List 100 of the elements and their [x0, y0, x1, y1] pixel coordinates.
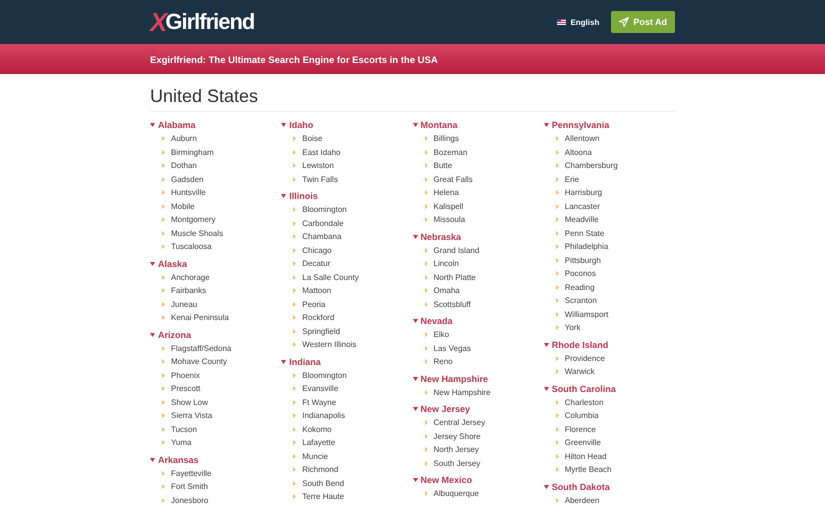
city-link[interactable]: Myrtle Beach	[564, 465, 612, 474]
city-link[interactable]: Bloomington	[302, 370, 347, 380]
city-link[interactable]: Fairbanks	[171, 286, 206, 296]
state-link[interactable]: Nebraska	[420, 232, 462, 242]
state-link[interactable]: Alaska	[158, 258, 188, 268]
city-link[interactable]: Poconos	[564, 269, 596, 278]
city-link[interactable]: North Platte	[434, 272, 476, 282]
city-link[interactable]: Fayetteville	[171, 468, 212, 478]
state-link[interactable]: New Hampshire	[420, 374, 488, 384]
city-link[interactable]: Peoria	[302, 300, 326, 309]
city-link[interactable]: South Bend	[302, 478, 344, 488]
city-link[interactable]: Reading	[564, 282, 595, 292]
city-link[interactable]: Lancaster	[564, 202, 600, 211]
city-link[interactable]: Chicago	[302, 246, 332, 255]
city-link[interactable]: Gadsden	[171, 174, 204, 184]
city-link[interactable]: Dothan	[171, 161, 197, 170]
city-link[interactable]: Elko	[434, 330, 450, 340]
city-link[interactable]: Lincoln	[434, 259, 459, 268]
city-link[interactable]: Tuscaloosa	[171, 242, 212, 252]
city-link[interactable]: Jersey Shore	[434, 432, 481, 441]
city-link[interactable]: Altoona	[564, 148, 592, 157]
city-link[interactable]: Fort Smith	[171, 482, 208, 492]
city-link[interactable]: Terre Haute	[302, 492, 344, 502]
state-link[interactable]: Alabama	[158, 120, 196, 130]
state-link[interactable]: Nevada	[420, 316, 453, 326]
site-logo[interactable]: XGirlfriend	[150, 6, 254, 38]
city-link[interactable]: Richmond	[302, 465, 338, 474]
city-link[interactable]: Huntsville	[171, 188, 206, 198]
state-link[interactable]: Idaho	[289, 120, 314, 130]
city-link[interactable]: Kalispell	[434, 202, 464, 211]
city-link[interactable]: La Salle County	[302, 272, 359, 282]
city-link[interactable]: Erie	[564, 174, 579, 184]
city-link[interactable]: Muncie	[302, 452, 328, 461]
state-link[interactable]: New Mexico	[420, 475, 472, 485]
city-link[interactable]: Phoenix	[171, 370, 200, 380]
city-link[interactable]: Omaha	[434, 286, 460, 296]
city-link[interactable]: Florence	[564, 424, 596, 434]
city-link[interactable]: Boise	[302, 134, 322, 144]
city-link[interactable]: Pittsburgh	[564, 256, 601, 265]
city-link[interactable]: Chambersburg	[564, 161, 618, 170]
state-link[interactable]: South Dakota	[552, 482, 610, 492]
city-link[interactable]: Western Illinois	[302, 340, 356, 350]
city-link[interactable]: Sierra Vista	[171, 411, 212, 420]
city-link[interactable]: Penn State	[564, 228, 604, 238]
city-link[interactable]: East Idaho	[302, 148, 340, 157]
city-link[interactable]: Kenai Peninsula	[171, 313, 229, 322]
city-link[interactable]: Meadville	[564, 215, 599, 224]
state-link[interactable]: Rhode Island	[552, 340, 608, 350]
city-link[interactable]: Bozeman	[434, 148, 468, 157]
state-link[interactable]: Arkansas	[158, 454, 199, 464]
city-link[interactable]: Missoula	[434, 215, 466, 224]
city-link[interactable]: Butte	[434, 161, 452, 170]
city-link[interactable]: Great Falls	[434, 174, 473, 184]
city-link[interactable]: Prescott	[171, 384, 200, 394]
city-link[interactable]: Chambana	[302, 232, 342, 242]
state-link[interactable]: Illinois	[289, 191, 318, 201]
state-link[interactable]: Indiana	[289, 356, 321, 366]
city-link[interactable]: Mattoon	[302, 286, 332, 296]
city-link[interactable]: Williamsport	[564, 310, 608, 319]
city-link[interactable]: Tucson	[171, 424, 197, 434]
city-link[interactable]: Helena	[434, 188, 459, 198]
city-link[interactable]: New Hampshire	[434, 388, 490, 397]
city-link[interactable]: Providence	[564, 354, 605, 363]
city-link[interactable]: Jonesboro	[171, 496, 208, 505]
city-link[interactable]: Show Low	[171, 398, 208, 407]
city-link[interactable]: Warwick	[564, 367, 595, 376]
city-link[interactable]: Allentown	[564, 134, 600, 144]
state-link[interactable]: South Carolina	[552, 384, 616, 394]
city-link[interactable]: Evansville	[302, 384, 338, 394]
city-link[interactable]: Ft Wayne	[302, 398, 336, 407]
city-link[interactable]: Carbondale	[302, 218, 344, 228]
city-link[interactable]: Las Vegas	[434, 344, 471, 353]
city-link[interactable]: Decatur	[302, 259, 330, 268]
city-link[interactable]: Muscle Shoals	[171, 228, 224, 238]
city-link[interactable]: Philadelphia	[564, 242, 608, 252]
city-link[interactable]: Juneau	[171, 300, 198, 309]
city-link[interactable]: Twin Falls	[302, 174, 338, 184]
city-link[interactable]: York	[564, 323, 580, 332]
city-link[interactable]: Billings	[434, 134, 459, 144]
city-link[interactable]: North Jersey	[434, 445, 479, 454]
city-link[interactable]: Yuma	[171, 438, 192, 448]
city-link[interactable]: Montgomery	[171, 215, 216, 224]
city-link[interactable]: Albuquerque	[434, 489, 479, 498]
city-link[interactable]: Birmingham	[171, 148, 214, 157]
city-link[interactable]: South Jersey	[434, 458, 480, 468]
state-link[interactable]: Pennsylvania	[552, 120, 610, 130]
city-link[interactable]: Harrisburg	[564, 188, 602, 198]
city-link[interactable]: Bloomington	[302, 205, 347, 214]
city-link[interactable]: Anchorage	[171, 272, 210, 282]
city-link[interactable]: Scottsbluff	[434, 300, 471, 309]
city-link[interactable]: Kokomo	[302, 424, 332, 434]
city-link[interactable]: Lafayette	[302, 438, 336, 448]
city-link[interactable]: Flagstaff/Sedona	[171, 344, 232, 353]
city-link[interactable]: Columbia	[564, 411, 599, 420]
city-link[interactable]: Lewiston	[302, 161, 334, 170]
city-link[interactable]: Springfield	[302, 326, 340, 336]
city-link[interactable]: Reno	[434, 357, 453, 366]
city-link[interactable]: Charleston	[564, 398, 604, 407]
city-link[interactable]: Rockford	[302, 313, 334, 322]
state-link[interactable]: Arizona	[158, 330, 192, 340]
